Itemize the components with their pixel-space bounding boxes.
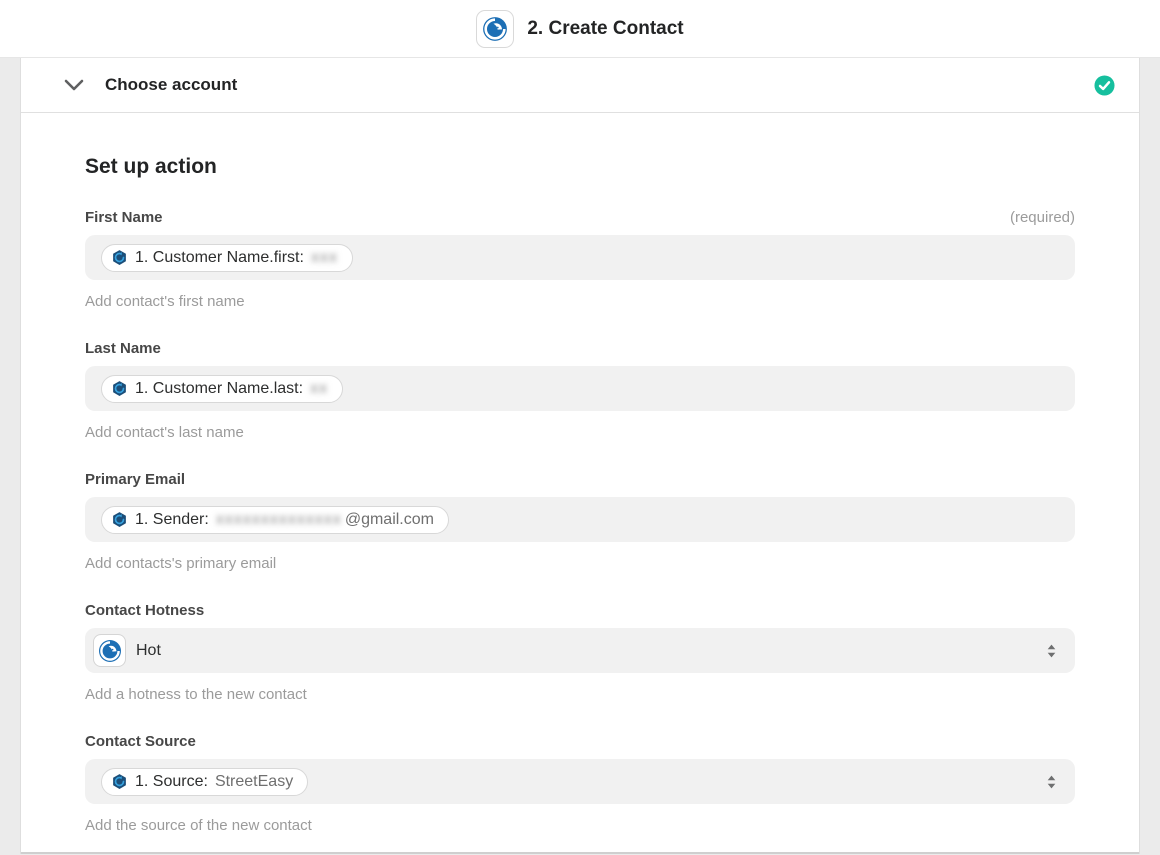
select-stepper-icon[interactable] xyxy=(1046,643,1057,659)
contact-source-label: Contact Source xyxy=(85,733,196,750)
pill-value: StreetEasy xyxy=(215,773,293,791)
contact-hotness-help: Add a hotness to the new contact xyxy=(85,686,1075,703)
contact-hotness-label: Contact Hotness xyxy=(85,602,204,619)
contact-source-select[interactable]: 1. Source: StreetEasy xyxy=(85,759,1075,804)
email-parser-icon xyxy=(111,511,128,528)
first-name-label: First Name xyxy=(85,209,163,226)
editor-panel: Choose account Set up action First Name … xyxy=(20,58,1140,854)
primary-email-help: Add contacts's primary email xyxy=(85,555,1075,572)
mapped-value-pill[interactable]: 1. Customer Name.last: xx xyxy=(101,375,343,403)
mapped-value-pill[interactable]: 1. Source: StreetEasy xyxy=(101,768,308,796)
followupboss-option-icon xyxy=(93,634,126,667)
followupboss-logo-icon xyxy=(482,16,508,42)
mapped-value-pill[interactable]: 1. Customer Name.first: xxx xyxy=(101,244,353,272)
last-name-input[interactable]: 1. Customer Name.last: xx xyxy=(85,366,1075,411)
redacted-value: xxx xyxy=(311,249,338,267)
followupboss-logo-icon xyxy=(98,639,122,663)
choose-account-label: Choose account xyxy=(105,75,237,95)
field-group-contact-source: Contact Source 1. Source: StreetEasy xyxy=(85,733,1075,834)
contact-hotness-select[interactable]: Hot xyxy=(85,628,1075,673)
pill-text: 1. Source: xyxy=(135,773,208,791)
select-stepper-icon[interactable] xyxy=(1046,774,1057,790)
field-group-last-name: Last Name 1. Customer Name.last: xx Add … xyxy=(85,340,1075,441)
primary-email-label: Primary Email xyxy=(85,471,185,488)
pill-text: 1. Sender: xyxy=(135,511,209,529)
field-group-contact-hotness: Contact Hotness Hot xyxy=(85,602,1075,703)
email-parser-icon xyxy=(111,380,128,397)
pill-text: 1. Customer Name.first: xyxy=(135,249,304,267)
redacted-value: xxxxxxxxxxxxxx xyxy=(216,511,342,529)
selected-option-label: Hot xyxy=(136,642,161,660)
email-parser-icon xyxy=(111,773,128,790)
followupboss-app-icon xyxy=(476,10,514,48)
pill-text: 1. Customer Name.last: xyxy=(135,380,303,398)
choose-account-section-header[interactable]: Choose account xyxy=(21,58,1139,113)
field-group-primary-email: Primary Email 1. Sender: xxxxxxxxxxxxxx … xyxy=(85,471,1075,572)
primary-email-input[interactable]: 1. Sender: xxxxxxxxxxxxxx @gmail.com xyxy=(85,497,1075,542)
step-header: 2. Create Contact xyxy=(0,0,1160,58)
section-title: Set up action xyxy=(85,113,1075,179)
success-check-icon xyxy=(1094,75,1115,96)
last-name-help: Add contact's last name xyxy=(85,424,1075,441)
first-name-input[interactable]: 1. Customer Name.first: xxx xyxy=(85,235,1075,280)
email-parser-icon xyxy=(111,249,128,266)
first-name-help: Add contact's first name xyxy=(85,293,1075,310)
mapped-value-pill[interactable]: 1. Sender: xxxxxxxxxxxxxx @gmail.com xyxy=(101,506,449,534)
last-name-label: Last Name xyxy=(85,340,161,357)
chevron-down-icon[interactable] xyxy=(64,79,84,91)
next-section-edge xyxy=(21,852,1139,854)
step-title: 2. Create Contact xyxy=(527,18,683,40)
redacted-value: xx xyxy=(310,380,328,398)
setup-action-section: Set up action First Name (required) 1. C… xyxy=(21,113,1139,834)
field-group-first-name: First Name (required) 1. Customer Name.f… xyxy=(85,209,1075,310)
contact-source-help: Add the source of the new contact xyxy=(85,817,1075,834)
pill-value: @gmail.com xyxy=(345,511,434,529)
required-note: (required) xyxy=(1010,209,1075,226)
